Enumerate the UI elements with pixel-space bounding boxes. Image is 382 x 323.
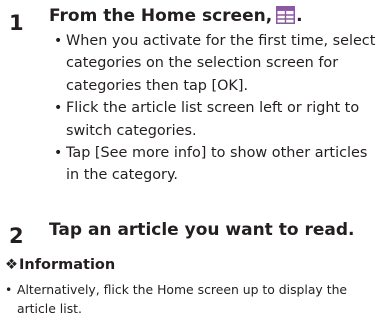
bullet-item: • When you activate for the first time, … [54, 30, 380, 97]
step-number: 2 [9, 224, 24, 248]
information-heading-text: Information [19, 257, 116, 273]
information-list: • Alternatively, flick the Home screen u… [5, 280, 379, 318]
bullet-dot: • [54, 145, 63, 162]
bullet-item: • Tap [See more info] to show other arti… [54, 142, 380, 187]
information-item-text: Alternatively, flick the Home screen up … [17, 282, 348, 316]
step-title-end: . [296, 6, 303, 26]
step-title-text: Tap an article you want to read. [49, 220, 355, 240]
bullet-text: Tap [See more info] to show other articl… [66, 145, 368, 184]
bullet-dot: • [5, 282, 13, 297]
step-title: Tap an article you want to read. [49, 219, 354, 241]
information-item: • Alternatively, flick the Home screen u… [5, 280, 379, 318]
step-1-bullets: • When you activate for the first time, … [54, 30, 380, 187]
bullet-item: • Flick the article list screen left or … [54, 97, 380, 142]
information-mark-icon: ❖ [5, 257, 18, 273]
information-heading: ❖Information [5, 255, 115, 275]
bullet-text: Flick the article list screen left or ri… [66, 100, 360, 139]
step-title-text: From the Home screen, [49, 6, 273, 26]
bullet-dot: • [54, 33, 63, 49]
bullet-text: When you activate for the first time, se… [66, 33, 376, 94]
step-title: From the Home screen, . [49, 5, 303, 30]
article-list-icon [276, 6, 296, 30]
bullet-dot: • [54, 100, 63, 117]
step-number: 1 [9, 11, 24, 35]
